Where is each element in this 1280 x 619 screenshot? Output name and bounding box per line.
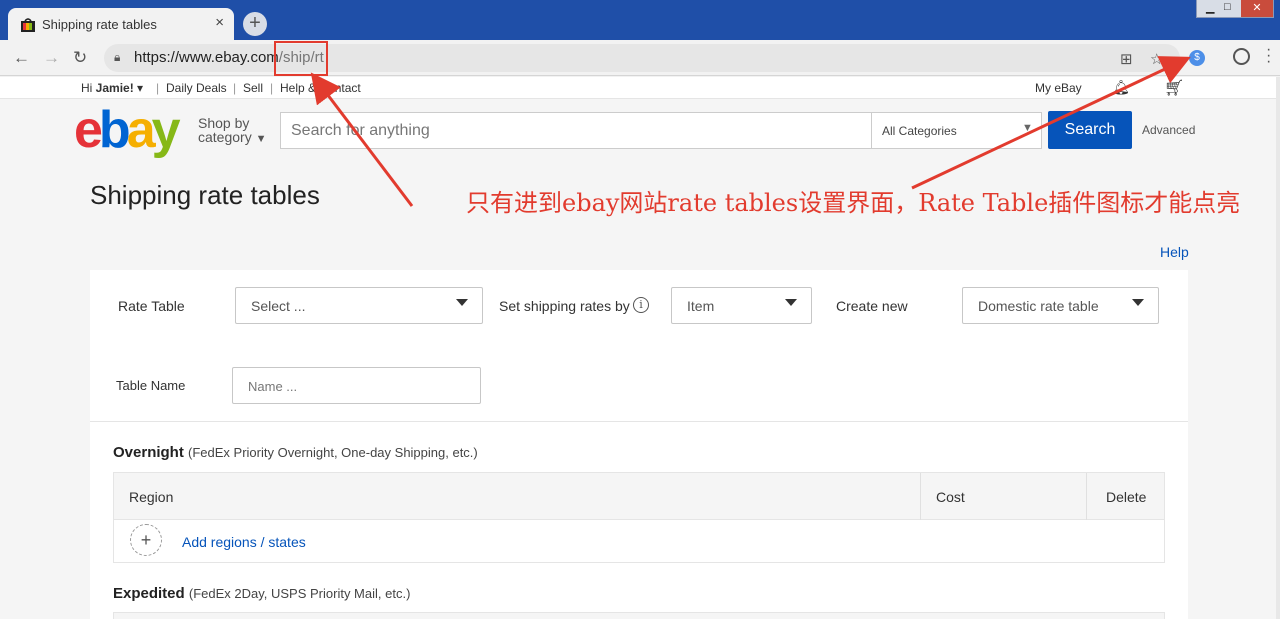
overnight-table-header: Region Cost Delete <box>113 472 1165 520</box>
rate-table-extension-icon[interactable]: $ <box>1189 50 1205 66</box>
advanced-search-link[interactable]: Advanced <box>1142 123 1195 137</box>
table-name-label: Table Name <box>116 378 186 393</box>
rate-table-value: Select ... <box>251 298 306 314</box>
create-new-value: Domestic rate table <box>978 298 1099 314</box>
sell-link[interactable]: Sell <box>243 81 263 95</box>
logo-letter: e <box>74 101 103 159</box>
create-new-label: Create new <box>836 298 908 314</box>
table-name-input[interactable]: Name ... <box>232 367 481 404</box>
cost-column-header: Cost <box>936 489 965 505</box>
window-controls: ▁ □ ✕ <box>1196 0 1274 18</box>
annotation-text: 只有进到ebay网站rate tables设置界面，Rate Table插件图标… <box>466 189 1241 217</box>
rate-table-label: Rate Table <box>118 298 185 314</box>
dropdown-arrow-icon <box>785 299 797 306</box>
page-scrollbar[interactable] <box>1276 77 1280 619</box>
add-region-icon[interactable]: + <box>130 524 162 556</box>
rates-by-select[interactable]: Item <box>671 287 812 324</box>
overnight-subtitle: (FedEx Priority Overnight, One-day Shipp… <box>188 445 478 460</box>
forward-icon[interactable]: → <box>43 48 60 68</box>
shop-by-category[interactable]: Shop by category ▼ <box>198 116 266 146</box>
logo-letter: b <box>98 101 131 159</box>
greeting[interactable]: Hi Jamie! ▾ <box>81 81 143 95</box>
link-separator: | <box>270 81 274 95</box>
shop-by-text: Shop by <box>198 115 250 131</box>
tab-title: Shipping rate tables <box>42 17 157 32</box>
help-contact-link[interactable]: Help & Contact <box>280 81 361 95</box>
info-icon[interactable]: i <box>633 297 649 313</box>
daily-deals-link[interactable]: Daily Deals <box>166 81 227 95</box>
notification-bell-icon[interactable]: 🔔︎ <box>1112 79 1130 96</box>
category-text: category ▼ <box>198 130 266 146</box>
address-bar[interactable]: 🔒︎ https://www.ebay.com/ship/rt ⊞ ☆ <box>104 44 1180 72</box>
browser-tab[interactable]: Shipping rate tables × <box>8 8 234 40</box>
expedited-heading: Expedited (FedEx 2Day, USPS Priority Mai… <box>113 585 410 602</box>
section-divider <box>90 421 1188 422</box>
column-divider <box>920 473 921 520</box>
window-close-icon[interactable]: ✕ <box>1241 0 1273 17</box>
dropdown-arrow-icon <box>1132 299 1144 306</box>
search-input[interactable]: Search for anything <box>280 112 872 149</box>
user-name: Jamie! <box>95 81 134 95</box>
maximize-icon[interactable]: □ <box>1224 1 1231 13</box>
lock-icon: 🔒︎ <box>114 50 121 64</box>
close-tab-icon[interactable]: × <box>215 14 224 31</box>
category-select-value: All Categories <box>882 124 957 138</box>
reload-icon[interactable]: ↻ <box>73 48 87 68</box>
translate-icon[interactable]: ⊞ <box>1120 50 1133 68</box>
browser-toolbar: ← → ↻ 🔒︎ https://www.ebay.com/ship/rt ⊞ … <box>0 40 1280 76</box>
browser-menu-icon[interactable]: · · · <box>1266 42 1271 70</box>
expedited-title: Expedited <box>113 585 185 602</box>
category-label: category <box>198 129 252 145</box>
overnight-heading: Overnight (FedEx Priority Overnight, One… <box>113 444 478 461</box>
category-select[interactable]: All Categories ▼ <box>872 112 1042 149</box>
table-name-placeholder: Name ... <box>248 379 298 394</box>
rate-table-select[interactable]: Select ... <box>235 287 483 324</box>
chevron-down-icon: ▼ <box>1022 122 1033 134</box>
expedited-table-header <box>113 612 1165 619</box>
region-column-header: Region <box>129 489 174 505</box>
bookmark-star-icon[interactable]: ☆ <box>1150 50 1163 68</box>
cart-icon[interactable]: 🛒︎ <box>1164 78 1184 98</box>
greeting-prefix: Hi <box>81 81 96 95</box>
delete-column-header: Delete <box>1106 489 1147 505</box>
logo-letter: a <box>126 101 156 159</box>
back-icon[interactable]: ← <box>13 48 30 68</box>
ebay-favicon-icon <box>21 18 35 32</box>
overnight-title: Overnight <box>113 444 184 461</box>
link-separator: | <box>233 81 237 95</box>
ebay-logo[interactable]: ebay <box>74 101 181 159</box>
create-new-select[interactable]: Domestic rate table <box>962 287 1159 324</box>
profile-icon[interactable] <box>1233 48 1250 65</box>
rates-by-label: Set shipping rates by <box>499 298 630 314</box>
rates-by-value: Item <box>687 298 715 314</box>
column-divider <box>1086 473 1087 520</box>
page-title: Shipping rate tables <box>90 180 320 210</box>
dropdown-arrow-icon <box>456 299 468 306</box>
expedited-subtitle: (FedEx 2Day, USPS Priority Mail, etc.) <box>188 586 411 601</box>
url-host: https://www.ebay.com <box>134 49 279 66</box>
chevron-down-icon: ▼ <box>255 133 267 145</box>
link-separator: | <box>156 81 160 95</box>
browser-tab-strip: Shipping rate tables × + ▁ □ ✕ <box>0 0 1280 40</box>
search-button[interactable]: Search <box>1048 111 1132 149</box>
my-ebay-link[interactable]: My eBay <box>1035 81 1082 95</box>
ebay-top-bar: Hi Jamie! ▾ | Daily Deals | Sell | Help … <box>0 77 1280 99</box>
add-regions-link[interactable]: Add regions / states <box>182 534 306 550</box>
new-tab-button[interactable]: + <box>243 12 267 36</box>
logo-letter: y <box>151 101 181 159</box>
help-link[interactable]: Help <box>1160 244 1189 260</box>
search-placeholder: Search for anything <box>291 122 430 139</box>
url-highlight-box <box>274 41 328 76</box>
minimize-icon[interactable]: ▁ <box>1206 1 1214 14</box>
